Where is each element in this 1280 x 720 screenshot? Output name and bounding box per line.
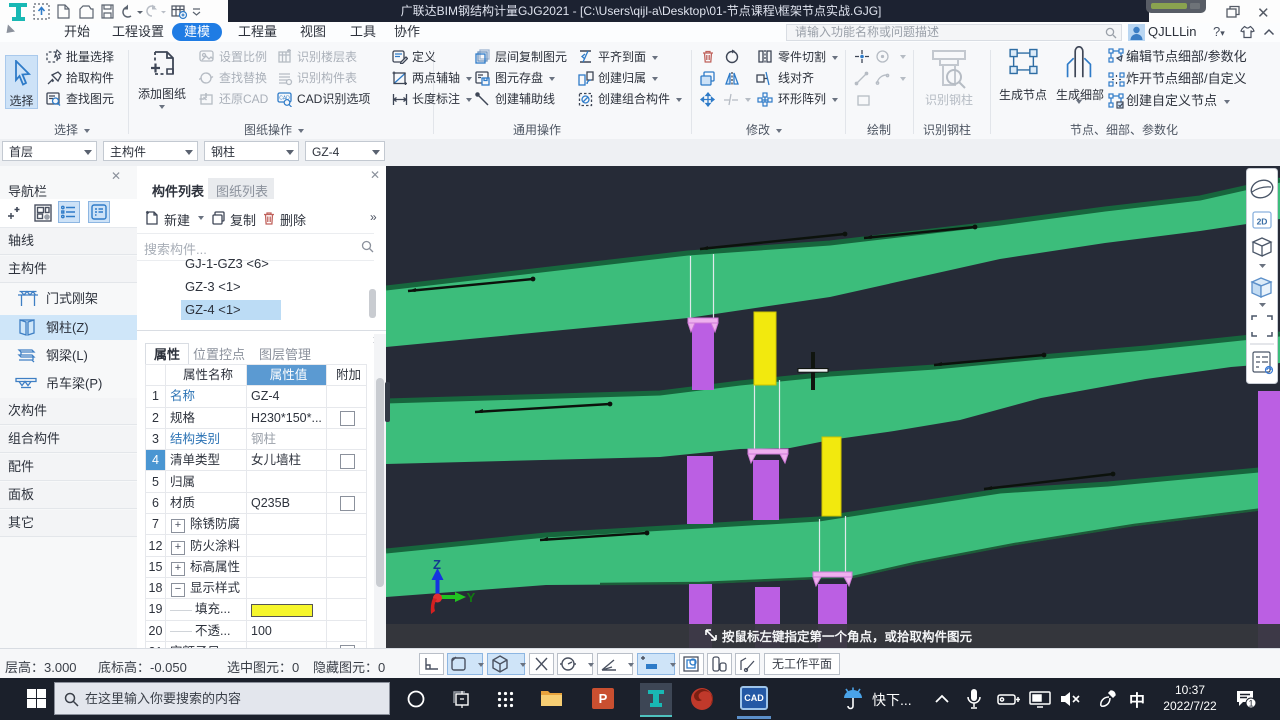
svg-text:Z: Z: [433, 557, 441, 572]
svg-text:1: 1: [1248, 699, 1253, 709]
svg-text:按鼠标左键指定第一个角点，或拾取构件图元: 按鼠标左键指定第一个角点，或拾取构件图元: [722, 629, 973, 644]
svg-text:Y: Y: [467, 590, 476, 605]
svg-text:2D: 2D: [1257, 217, 1268, 227]
